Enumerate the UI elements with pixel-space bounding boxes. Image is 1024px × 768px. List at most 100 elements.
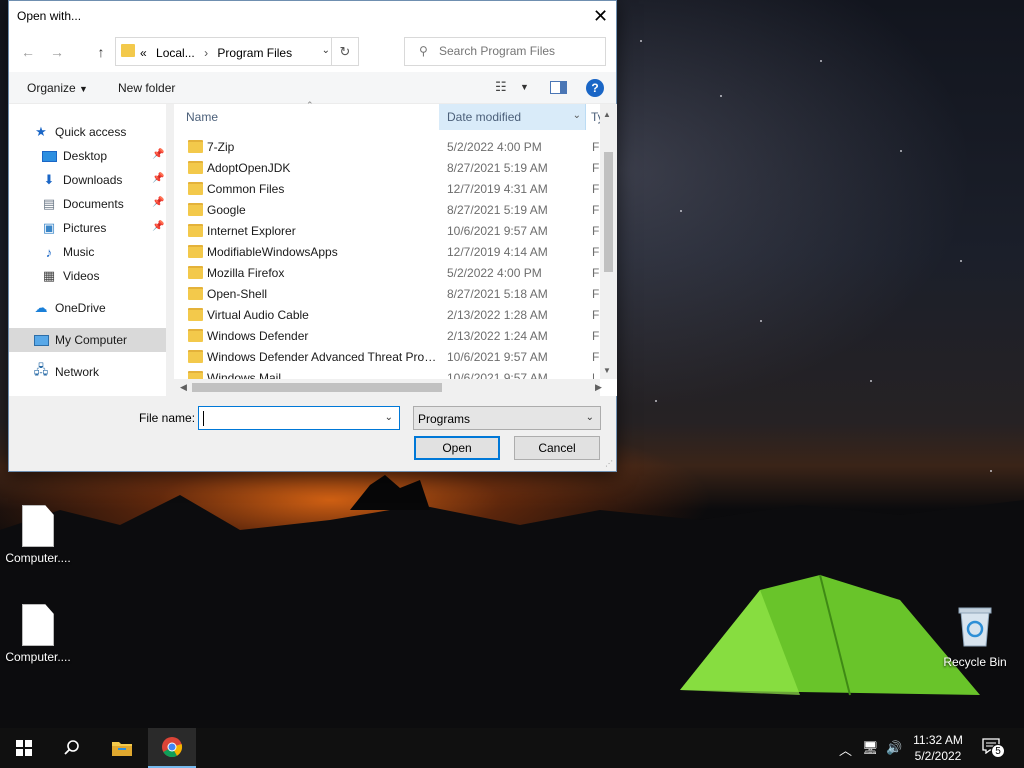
file-date: 2/13/2022 1:24 AM: [447, 329, 548, 343]
preview-pane-icon[interactable]: [550, 81, 567, 94]
nav-item-quick-access[interactable]: ★ Quick access: [9, 120, 166, 144]
file-name: 7-Zip: [207, 140, 235, 154]
file-explorer-button[interactable]: [98, 728, 146, 768]
cancel-button[interactable]: Cancel: [514, 436, 600, 460]
action-center-button[interactable]: 5: [982, 738, 1005, 758]
refresh-button[interactable]: ↻: [331, 38, 358, 65]
nav-item-onedrive[interactable]: ☁ OneDrive: [9, 296, 166, 320]
resize-grip-icon[interactable]: ⋰: [605, 459, 613, 468]
file-date: 8/27/2021 5:19 AM: [447, 161, 548, 175]
volume-icon[interactable]: 🔊: [886, 740, 902, 756]
nav-item-my-computer[interactable]: My Computer: [9, 328, 166, 352]
scroll-up-icon[interactable]: ▲: [603, 110, 611, 119]
address-bar[interactable]: « Local... › Program Files ⌄ ↻: [115, 37, 359, 66]
breadcrumb-overflow[interactable]: «: [140, 46, 147, 60]
clock[interactable]: 11:32 AM 5/2/2022: [906, 732, 970, 764]
breadcrumb-local[interactable]: Local...: [156, 46, 195, 60]
open-button[interactable]: Open: [414, 436, 500, 460]
chevron-up-icon[interactable]: ︿: [839, 740, 852, 759]
help-icon[interactable]: ?: [586, 79, 604, 97]
file-row[interactable]: Mozilla Firefox 5/2/2022 4:00 PM Fi: [174, 262, 602, 283]
chevron-down-icon[interactable]: ⌄: [385, 412, 393, 423]
file-row[interactable]: 7-Zip 5/2/2022 4:00 PM Fi: [174, 136, 602, 157]
view-options-icon[interactable]: ☷: [495, 79, 507, 95]
scroll-left-icon[interactable]: ◀: [180, 382, 187, 393]
file-name-input[interactable]: ⌄: [198, 406, 400, 430]
file-row[interactable]: Windows Mail 10/6/2021 9:57 AM Fi: [174, 367, 594, 379]
navigation-row: ← → ↑ « Local... › Program Files ⌄ ↻ ⚲: [9, 32, 616, 72]
search-icon: ⚲: [419, 44, 428, 58]
open-with-dialog: Open with... ✕ ← → ↑ « Local... › Progra…: [8, 0, 617, 472]
file-row[interactable]: Common Files 12/7/2019 4:31 AM Fi: [174, 178, 602, 199]
recycle-bin[interactable]: Recycle Bin: [939, 604, 1011, 669]
pin-icon: 📌: [152, 221, 165, 232]
nav-item-network[interactable]: 🖧 Network: [9, 360, 166, 384]
nav-item-documents[interactable]: ▤ Documents 📌: [9, 192, 166, 216]
nav-item-label: Desktop: [63, 149, 108, 163]
chrome-taskbar-button[interactable]: [148, 728, 196, 768]
nav-item-music[interactable]: ♪ Music: [9, 240, 166, 264]
file-row[interactable]: Windows Defender 2/13/2022 1:24 AM Fi: [174, 325, 602, 346]
filter-value: Programs: [418, 412, 471, 426]
up-button[interactable]: ↑: [90, 41, 112, 63]
column-date-modified[interactable]: Date modified ⌄: [439, 104, 586, 130]
start-button[interactable]: [0, 728, 48, 768]
folder-icon: [188, 203, 203, 216]
file-row[interactable]: Windows Defender Advanced Threat Prot...…: [174, 346, 602, 367]
network-icon[interactable]: 🖥: [862, 740, 879, 756]
desktop-file-icon-1[interactable]: Computer....: [2, 505, 74, 565]
file-date: 12/7/2019 4:14 AM: [447, 245, 548, 259]
search-button[interactable]: [48, 728, 96, 768]
file-row[interactable]: Google 8/27/2021 5:19 AM Fi: [174, 199, 602, 220]
arrow-up-icon: ↑: [97, 44, 105, 60]
new-folder-button[interactable]: New folder: [118, 81, 175, 95]
nav-item-label: Pictures: [63, 221, 107, 235]
folder-icon: [188, 224, 203, 237]
breadcrumb: « Local... › Program Files: [140, 46, 292, 60]
chevron-down-icon: ▼: [79, 84, 88, 94]
close-button[interactable]: ✕: [585, 1, 616, 32]
folder-icon: [188, 161, 203, 174]
file-date: 8/27/2021 5:18 AM: [447, 287, 548, 301]
file-name: Internet Explorer: [207, 224, 296, 238]
title-bar: Open with... ✕: [9, 1, 616, 32]
chevron-down-icon: ⌄: [572, 110, 581, 121]
scroll-thumb[interactable]: [192, 383, 442, 392]
nav-item-pictures[interactable]: ▣ Pictures 📌: [9, 216, 166, 240]
breadcrumb-program-files[interactable]: Program Files: [217, 46, 292, 60]
file-date: 2/13/2022 1:28 AM: [447, 308, 548, 322]
column-name-label: Name: [186, 110, 219, 124]
scroll-right-icon[interactable]: ▶: [595, 382, 602, 393]
organize-button[interactable]: Organize ▼: [27, 81, 88, 95]
file-row[interactable]: AdoptOpenJDK 8/27/2021 5:19 AM Fi: [174, 157, 602, 178]
file-row[interactable]: ModifiableWindowsApps 12/7/2019 4:14 AM Fi: [174, 241, 602, 262]
chevron-down-icon[interactable]: ⌄: [322, 45, 330, 56]
file-row[interactable]: Virtual Audio Cable 2/13/2022 1:28 AM Fi: [174, 304, 602, 325]
scroll-down-icon[interactable]: ▼: [603, 366, 611, 375]
picture-icon: ▣: [42, 220, 56, 235]
file-row[interactable]: Open-Shell 8/27/2021 5:18 AM Fi: [174, 283, 602, 304]
forward-button[interactable]: →: [46, 41, 68, 63]
horizontal-scrollbar[interactable]: ◀ ▶: [174, 379, 602, 396]
chevron-down-icon[interactable]: ▼: [520, 82, 529, 92]
nav-item-videos[interactable]: ▦ Videos: [9, 264, 166, 288]
file-name: Google: [207, 203, 246, 217]
file-date: 10/6/2021 9:57 AM: [447, 224, 548, 238]
vertical-scrollbar[interactable]: ▲ ▼: [600, 104, 617, 379]
file-row[interactable]: Internet Explorer 10/6/2021 9:57 AM Fi: [174, 220, 602, 241]
scroll-thumb[interactable]: [604, 152, 613, 272]
desktop-file-icon-2[interactable]: Computer....: [2, 604, 74, 664]
video-icon: ▦: [42, 268, 56, 283]
back-button[interactable]: ←: [17, 41, 39, 63]
desktop-icon-label: Computer....: [5, 551, 71, 565]
column-type[interactable]: Ty: [587, 104, 604, 130]
nav-item-downloads[interactable]: ⬇ Downloads 📌: [9, 168, 166, 192]
file-name: Windows Mail: [207, 371, 282, 379]
search-box[interactable]: ⚲: [404, 37, 606, 66]
text-caret: [203, 411, 204, 426]
nav-item-desktop[interactable]: Desktop 📌: [9, 144, 166, 168]
column-name[interactable]: Name ⌃: [174, 100, 439, 130]
file-type-filter[interactable]: Programs ⌄: [413, 406, 601, 430]
download-icon: ⬇: [43, 172, 55, 187]
search-input[interactable]: [439, 44, 599, 58]
